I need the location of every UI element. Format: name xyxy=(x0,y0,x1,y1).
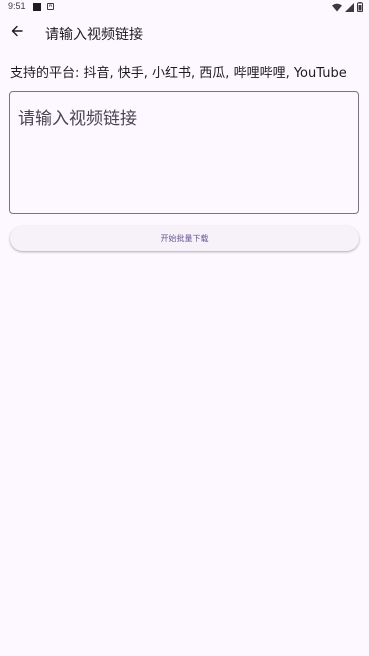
link-input[interactable] xyxy=(10,92,358,213)
screen: 9:51 A 请输入视频链接 支持的平台: 抖音, 快手, 小红书, 西瓜, 哔… xyxy=(0,0,369,656)
square-notification-icon xyxy=(33,3,41,11)
back-button[interactable] xyxy=(4,18,30,44)
wifi-icon xyxy=(332,3,342,11)
status-bar: 9:51 A xyxy=(0,0,369,14)
link-input-container xyxy=(9,91,359,214)
status-time: 9:51 xyxy=(8,1,26,11)
start-batch-download-button[interactable]: 开始批量下载 xyxy=(10,226,359,251)
start-batch-download-label: 开始批量下载 xyxy=(160,234,209,243)
signal-icon xyxy=(345,2,354,12)
battery-icon xyxy=(357,2,363,12)
system-icons xyxy=(332,2,363,12)
page-title: 请输入视频链接 xyxy=(45,27,143,43)
supported-platforms-text: 支持的平台: 抖音, 快手, 小红书, 西瓜, 哔哩哔哩, YouTube xyxy=(10,66,347,81)
app-bar: 请输入视频链接 xyxy=(0,16,369,48)
arrow-left-icon xyxy=(11,25,23,37)
a-notification-icon: A xyxy=(47,3,54,10)
